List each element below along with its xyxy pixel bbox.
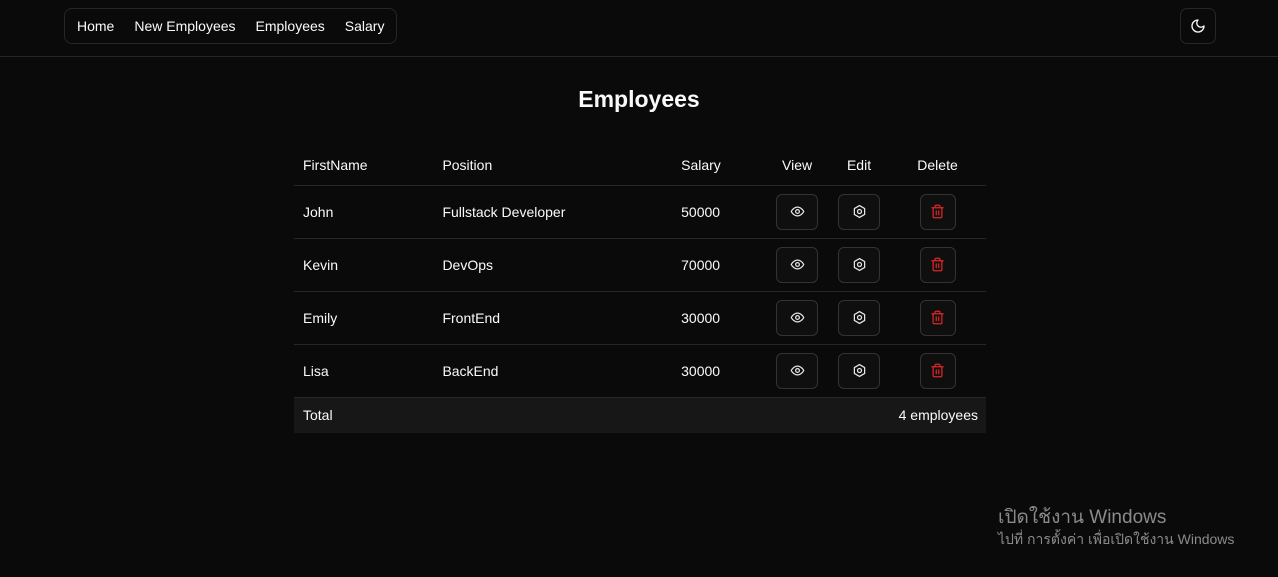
cell-delete [889,344,986,397]
main-nav: Home New Employees Employees Salary [64,8,398,44]
view-button[interactable] [776,299,819,336]
cell-delete [889,238,986,291]
trash-icon [931,363,944,378]
trash-icon [931,257,944,272]
settings-icon [853,310,865,325]
watermark-subtitle: ไปที่ การตั้งค่า เพื่อเปิดใช้งาน Windows [998,531,1235,547]
eye-icon [790,259,804,270]
table-footer-row: Total 4 employees [294,397,986,433]
delete-button[interactable] [919,299,956,336]
nav-salary-link[interactable]: Salary [337,9,393,43]
settings-icon [853,204,865,219]
header-position: Position [442,156,493,173]
theme-toggle-button[interactable] [1180,8,1216,44]
cell-view [765,291,829,344]
edit-button[interactable] [838,299,881,336]
cell-edit [829,344,889,397]
cell-view [765,185,829,238]
nav-new-employees-link[interactable]: New Employees [126,9,243,43]
cell-position: BackEnd [442,362,499,379]
page-title: Employees [578,86,700,112]
watermark-title: เปิดใช้งาน Windows [998,507,1167,528]
table-header-row: FirstName Position Salary View Edit Dele… [294,145,986,185]
cell-position: Fullstack Developer [442,203,566,220]
table-row: Kevin DevOps 70000 [294,238,986,291]
nav-home-link[interactable]: Home [69,9,122,43]
cell-first-name: John [303,203,334,220]
header-first-name: FirstName [303,156,368,173]
top-bar: Home New Employees Employees Salary [0,0,1278,57]
view-button[interactable] [776,193,819,230]
total-label: Total [303,407,333,424]
cell-first-name: Kevin [303,256,339,273]
delete-button[interactable] [919,352,956,389]
cell-salary: 30000 [681,362,721,379]
view-button[interactable] [776,352,819,389]
cell-salary: 70000 [681,256,721,273]
cell-view [765,238,829,291]
header-delete: Delete [917,156,958,173]
eye-icon [790,365,804,376]
cell-view [765,344,829,397]
cell-delete [889,185,986,238]
cell-position: DevOps [442,256,494,273]
edit-button[interactable] [838,246,881,283]
table-row: Lisa BackEnd 30000 [294,344,986,397]
header-salary: Salary [681,156,721,173]
cell-first-name: Emily [303,309,338,326]
moon-icon [1191,19,1205,33]
eye-icon [790,312,804,323]
table-row: Emily FrontEnd 30000 [294,291,986,344]
cell-delete [889,291,986,344]
total-count: 4 employees [898,407,978,424]
trash-icon [931,310,944,325]
cell-position: FrontEnd [442,309,501,326]
settings-icon [853,257,865,272]
cell-edit [829,185,889,238]
delete-button[interactable] [919,193,956,230]
nav-employees-link[interactable]: Employees [248,9,333,43]
eye-icon [790,206,804,217]
cell-edit [829,291,889,344]
cell-edit [829,238,889,291]
employees-table: FirstName Position Salary View Edit Dele… [294,145,986,433]
table-row: John Fullstack Developer 50000 [294,185,986,238]
trash-icon [931,204,944,219]
cell-salary: 50000 [681,203,721,220]
delete-button[interactable] [919,246,956,283]
header-edit: Edit [846,156,872,173]
edit-button[interactable] [838,193,881,230]
windows-activation-watermark: เปิดใช้งาน Windows ไปที่ การตั้งค่า เพื่… [998,507,1234,549]
cell-first-name: Lisa [303,362,329,379]
cell-salary: 30000 [681,309,721,326]
edit-button[interactable] [838,352,881,389]
header-view: View [782,156,813,173]
settings-icon [853,363,865,378]
view-button[interactable] [776,246,819,283]
